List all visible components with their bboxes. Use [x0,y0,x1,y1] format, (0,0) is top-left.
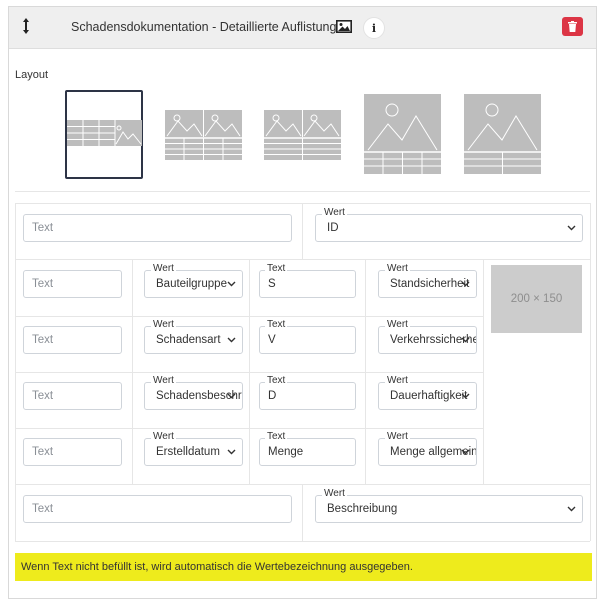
value-select-text: Schadensart [156,334,221,346]
chevron-down-icon [567,506,576,512]
text-input[interactable]: Menge [259,438,356,466]
value-select[interactable]: Standsicherheit [378,270,477,298]
info-notice: Wenn Text nicht befüllt ist, wird automa… [15,553,592,581]
value-label: Wert [151,319,176,330]
text-label: Text [265,263,288,274]
value-select[interactable]: Dauerhaftigkeit [378,382,477,410]
divider [302,203,303,259]
divider [15,541,590,542]
text-input[interactable]: S [259,270,356,298]
value-label: Wert [151,263,176,274]
value-select[interactable]: Schadensbeschreibung [144,382,243,410]
layout-option-table-image-strip[interactable] [67,120,142,146]
text-input[interactable]: V [259,326,356,354]
value-select[interactable]: ID [315,214,583,242]
chevron-down-icon [461,449,470,455]
value-select-text: Bauteilgruppe [156,278,227,290]
layout-option-image-table-list[interactable] [464,94,541,174]
value-select-text: Dauerhaftigkeit [390,390,468,402]
block-title: Schadensdokumentation - Detaillierte Auf… [71,20,337,34]
value-label: Wert [385,319,410,330]
text-input[interactable]: Text [23,270,122,298]
text-label: Text [265,319,288,330]
value-select[interactable]: Menge allgemein [378,438,477,466]
value-label: Wert [385,375,410,386]
layout-option-two-images-table[interactable] [165,110,242,160]
divider [365,259,366,484]
vertical-arrows-icon[interactable] [21,17,31,35]
divider [15,191,590,192]
text-input[interactable]: Text [23,382,122,410]
text-input[interactable]: D [259,382,356,410]
divider [15,259,590,260]
divider [590,203,591,541]
chevron-down-icon [227,449,236,455]
chevron-down-icon [227,337,236,343]
value-label: Wert [322,488,347,499]
content-block-panel: Schadensdokumentation - Detaillierte Auf… [8,6,597,599]
value-label: Wert [322,207,347,218]
chevron-down-icon [567,225,576,231]
value-select[interactable]: Erstelldatum [144,438,243,466]
image-placeholder[interactable]: 200 × 150 [491,265,582,333]
value-label: Wert [151,375,176,386]
text-input[interactable]: Text [23,495,292,523]
value-select-text: ID [327,222,339,234]
value-select[interactable]: Beschreibung [315,495,583,523]
chevron-down-icon [227,393,236,399]
value-select-text: Erstelldatum [156,446,220,458]
divider [249,259,250,484]
divider [483,259,484,484]
layout-option-image-table[interactable] [364,94,441,174]
block-header: Schadensdokumentation - Detaillierte Auf… [9,7,596,49]
text-label: Text [265,375,288,386]
value-select[interactable]: Schadensart [144,326,243,354]
text-input[interactable]: Text [23,326,122,354]
info-button[interactable]: i [363,17,385,39]
chevron-down-icon [461,337,470,343]
chevron-down-icon [461,281,470,287]
layout-option-two-images-table-alt[interactable] [264,110,341,160]
text-label: Text [265,431,288,442]
text-input[interactable]: Text [23,438,122,466]
chevron-down-icon [461,393,470,399]
chevron-down-icon [227,281,236,287]
value-label: Wert [151,431,176,442]
delete-button[interactable] [562,17,583,36]
value-select[interactable]: Verkehrssicherheit [378,326,477,354]
value-select-text: Beschreibung [327,503,398,515]
image-icon [336,20,352,33]
divider [302,484,303,541]
value-label: Wert [385,431,410,442]
text-input[interactable]: Text [23,214,292,242]
divider [132,259,133,484]
value-label: Wert [385,263,410,274]
value-select[interactable]: Bauteilgruppe [144,270,243,298]
layout-label: Layout [15,69,49,81]
value-select-text: Standsicherheit [390,278,470,290]
trash-icon [568,21,577,32]
divider [15,203,16,541]
